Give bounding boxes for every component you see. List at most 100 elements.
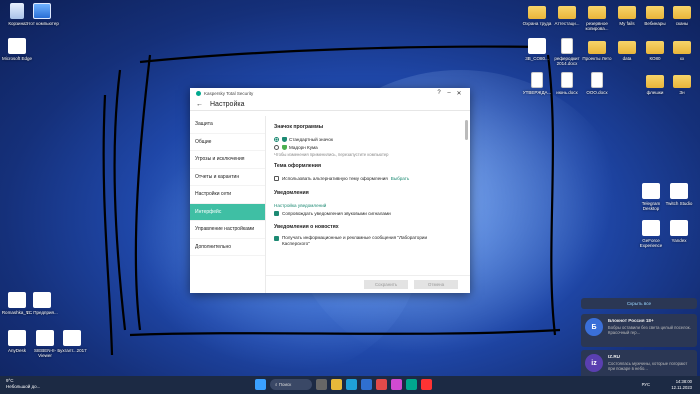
desktop-icon-label: AnyDesk	[7, 348, 26, 353]
weather-text: Небольшой до...	[6, 384, 41, 389]
sound-option[interactable]: Сопровождать уведомления звуковыми сигна…	[274, 209, 462, 217]
sidebar-item[interactable]: Настройки сети	[190, 186, 265, 204]
close-icon[interactable]: ✕	[454, 90, 464, 97]
desktop-icon[interactable]: Microsoft Edge	[0, 38, 34, 61]
folder-icon	[588, 6, 606, 19]
desktop-icon[interactable]: Этот компьютер	[25, 3, 59, 26]
app-icon	[670, 220, 688, 236]
radio-madorn-kuma[interactable]: Мадорн Кума	[274, 143, 462, 151]
sidebar-item[interactable]: Дополнительно	[190, 239, 265, 256]
radio-button[interactable]	[274, 144, 279, 150]
app-icon[interactable]	[391, 379, 402, 390]
notification-panel: Скрыть все Б Блокнот Россия 18+ Бобры оста…	[581, 298, 697, 386]
desktop-icon[interactable]: ООО.docx	[580, 72, 614, 95]
kaspersky-taskbar-icon[interactable]	[406, 379, 417, 390]
doc-icon	[531, 72, 543, 88]
app-icon[interactable]	[376, 379, 387, 390]
save-button[interactable]: Сохранить	[364, 280, 408, 289]
sidebar-item[interactable]: Защита	[190, 116, 265, 134]
notification-body: Бобры оставили без света целый поселок. …	[608, 325, 691, 335]
sidebar-item[interactable]: Управление настройками	[190, 221, 265, 239]
radio-label: Мадорн Кума	[289, 144, 318, 150]
sidebar-item[interactable]: Угрозы и исключения	[190, 151, 265, 169]
desktop-icon-label: сканы	[675, 21, 689, 26]
notification-body: Состоялась мужчины, которые погорают при…	[608, 361, 688, 371]
folder-icon	[528, 6, 546, 19]
desktop-icon[interactable]: Twitch Studio	[662, 183, 696, 206]
hide-all-button[interactable]: Скрыть все	[581, 298, 697, 309]
desktop-icon[interactable]: xx	[665, 38, 699, 61]
section-title-icon: Значок программы	[274, 124, 324, 130]
news-option[interactable]: Получать информационные и рекламные сооб…	[274, 235, 462, 249]
desktop-icon[interactable]: УТВЕРЖДА...	[520, 72, 554, 95]
desktop-icon-label: Yandex	[671, 238, 687, 243]
start-icon[interactable]	[255, 379, 266, 390]
task-view-icon[interactable]	[316, 379, 327, 390]
desktop-icon[interactable]: реферодкит 2014.docx	[550, 38, 584, 66]
desktop-icon[interactable]: сканы	[665, 3, 699, 26]
scrollbar[interactable]	[465, 120, 468, 140]
desktop-icon[interactable]: Охрана труда	[520, 3, 554, 26]
weather-widget[interactable]: 9°С Небольшой до...	[6, 378, 40, 390]
checkbox[interactable]	[274, 236, 279, 241]
sidebar-item[interactable]: Отчеты и карантин	[190, 169, 265, 186]
desktop-icon[interactable]: Бухгалт...2017	[55, 330, 89, 353]
radio-standard-icon[interactable]: Стандартный значок	[274, 135, 462, 143]
language-indicator[interactable]: РУС	[642, 382, 650, 387]
minimize-icon[interactable]: –	[444, 90, 454, 96]
kaspersky-window: Kaspersky Total Security ? – ✕ ← Настрой…	[190, 88, 470, 293]
yandex-icon[interactable]	[421, 379, 432, 390]
shield-icon	[282, 136, 287, 142]
file-explorer-icon[interactable]	[331, 379, 342, 390]
desktop-icon-label: Вебинары	[644, 21, 666, 26]
notification-card[interactable]: Б Блокнот Россия 18+ Бобры оставили без св…	[581, 314, 697, 347]
notification-settings-link[interactable]: Настройка уведомлений	[274, 201, 462, 209]
desktop-icon[interactable]: Yandex	[662, 220, 696, 243]
folder-icon	[646, 75, 664, 88]
radio-label: Стандартный значок	[289, 136, 333, 142]
edge-icon[interactable]	[346, 379, 357, 390]
doc-icon	[561, 38, 573, 54]
desktop-icon-label: Проекты Лето	[582, 56, 612, 61]
folder-icon	[673, 75, 691, 88]
help-icon[interactable]: ?	[434, 90, 444, 96]
choose-theme-link[interactable]: Выбрать	[391, 176, 410, 181]
page-title: Настройка	[210, 100, 245, 108]
clock[interactable]: 14:38:00 12.11.2023	[671, 379, 692, 390]
search-box[interactable]: ⌕ Поиск	[270, 379, 312, 390]
checkbox[interactable]	[274, 175, 279, 181]
kuma-icon	[282, 144, 287, 150]
folder-icon	[618, 6, 636, 19]
desktop-icon[interactable]: резервное копирова...	[580, 3, 614, 31]
desktop-icon[interactable]: 1С Предприя...	[25, 292, 59, 315]
app-icon	[8, 38, 26, 54]
doc-icon	[561, 72, 573, 88]
notification-title: IZ.RU	[608, 354, 620, 359]
search-label: Поиск	[278, 382, 292, 387]
doc-icon	[591, 72, 603, 88]
theme-option[interactable]: Использовать альтернативную тему оформле…	[274, 174, 462, 182]
desktop-icon-label: Этот компьютер	[25, 21, 59, 26]
desktop-icon-label: флешки	[646, 90, 664, 95]
desktop-icon-label: xx	[679, 56, 685, 61]
back-arrow-icon[interactable]: ←	[196, 101, 203, 108]
desktop-icon-label: 3B_CO80...	[525, 56, 549, 61]
store-icon[interactable]	[361, 379, 372, 390]
radio-button[interactable]	[274, 136, 279, 142]
desktop-icon-label: ООО.docx	[586, 90, 608, 95]
desktop-icon[interactable]: Аттестаци...	[550, 3, 584, 26]
desktop-icon-label: Охрана труда	[522, 21, 552, 26]
desktop-icon[interactable]: 3B_CO80...	[520, 38, 554, 61]
desktop-icon[interactable]: Зн	[665, 72, 699, 95]
desktop-icon-label: резервное копирова...	[585, 21, 609, 31]
cancel-button[interactable]: Отмена	[414, 280, 458, 289]
desktop-icon-label: КО80	[649, 56, 661, 61]
window-footer: Сохранить Отмена	[266, 275, 470, 293]
sidebar-item[interactable]: Общие	[190, 134, 265, 151]
sidebar-item[interactable]: Интерфейс	[190, 203, 265, 221]
settings-sidebar: Защита Общие Угрозы и исключения Отчеты и к…	[190, 116, 266, 293]
app-icon	[8, 292, 26, 308]
checkbox[interactable]	[274, 210, 279, 216]
desktop-icon[interactable]: июнь.docx	[550, 72, 584, 95]
desktop-icon[interactable]: Проекты Лето	[580, 38, 614, 61]
